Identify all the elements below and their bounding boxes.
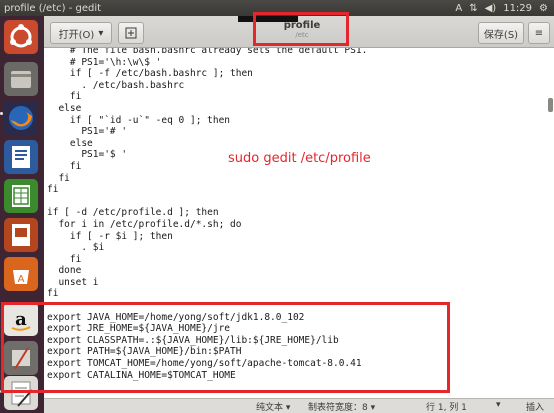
svg-text:A: A [18, 274, 25, 285]
code-line[interactable]: PS1='# ' [47, 126, 367, 138]
insert-mode[interactable]: 插入 [526, 400, 544, 413]
calc-icon[interactable] [4, 179, 38, 213]
statusbar: 纯文本 ▾ 制表符宽度：8 ▾ 行 1, 列 1 ▾ 插入 [44, 398, 554, 413]
save-button[interactable]: 保存(S) [478, 22, 524, 44]
chevron-down-icon: ▾ [98, 27, 104, 39]
code-line[interactable]: fi [47, 254, 367, 266]
scrollbar-thumb[interactable] [548, 98, 553, 112]
code-line[interactable]: else [47, 103, 367, 115]
cursor-position: 行 1, 列 1 [426, 403, 467, 413]
language-selector[interactable]: 纯文本 ▾ [256, 400, 290, 413]
code-line[interactable]: . /etc/bash.bashrc [47, 80, 367, 92]
code-line[interactable]: for i in /etc/profile.d/*.sh; do [47, 219, 367, 231]
highlight-box-exports [1, 302, 450, 393]
code-line[interactable]: fi [47, 288, 367, 300]
window-title: profile (/etc) - gedit [4, 2, 102, 14]
writer-icon[interactable] [4, 140, 38, 174]
indicator-area: A ⇅ ◀) 11:29 ⚙ [455, 0, 548, 16]
new-tab-button[interactable] [118, 22, 144, 44]
code-line[interactable]: # The file bash.bashrc already sets the … [47, 48, 367, 57]
software-center-icon[interactable]: A [4, 257, 38, 291]
code-line[interactable]: . $i [47, 242, 367, 254]
open-label: 打开(O) [58, 29, 95, 41]
code-line[interactable]: fi [47, 91, 367, 103]
impress-icon[interactable] [4, 218, 38, 252]
code-line[interactable]: if [ -f /etc/bash.bashrc ]; then [47, 68, 367, 80]
hamburger-menu-icon: ≡ [534, 27, 544, 39]
open-button[interactable]: 打开(O) ▾ [50, 22, 112, 44]
code-line[interactable]: if [ "`id -u`" -eq 0 ]; then [47, 115, 367, 127]
tab-width-selector[interactable]: 制表符宽度：8 ▾ [308, 400, 375, 413]
highlight-box-tab [253, 12, 349, 46]
files-icon[interactable] [4, 62, 38, 96]
input-method-icon[interactable]: A [455, 3, 462, 14]
code-line[interactable]: if [ -r $i ]; then [47, 231, 367, 243]
code-line[interactable]: unset i [47, 277, 367, 289]
volume-icon[interactable]: ◀) [485, 3, 497, 14]
code-line[interactable]: done [47, 265, 367, 277]
code-line[interactable]: fi [47, 173, 367, 185]
clock[interactable]: 11:29 [503, 3, 532, 14]
code-line[interactable]: else [47, 138, 367, 150]
network-icon[interactable]: ⇅ [469, 3, 477, 14]
gear-icon[interactable]: ⚙ [539, 3, 548, 14]
mode-arrow-icon[interactable]: ▾ [496, 400, 501, 410]
ubuntu-logo-icon[interactable] [4, 20, 38, 54]
menu-button[interactable]: ≡ [528, 22, 550, 44]
command-annotation: sudo gedit /etc/profile [228, 151, 371, 166]
code-line[interactable]: fi [47, 184, 367, 196]
code-line[interactable] [47, 196, 367, 208]
code-line[interactable]: if [ -d /etc/profile.d ]; then [47, 207, 367, 219]
code-line[interactable]: # PS1='\h:\w\$ ' [47, 57, 367, 69]
new-tab-icon [125, 27, 137, 39]
firefox-icon[interactable] [4, 101, 38, 135]
